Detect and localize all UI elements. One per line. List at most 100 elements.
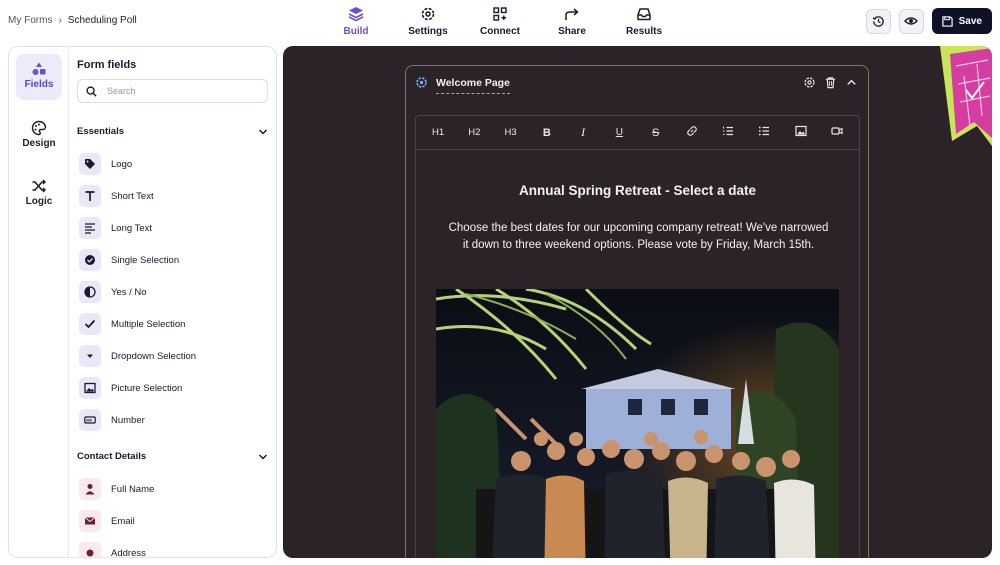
field-search[interactable] — [77, 79, 268, 103]
rail-item-fields[interactable]: Fields — [16, 54, 62, 100]
breadcrumb-current: Scheduling Poll — [67, 15, 137, 26]
field-single-selection[interactable]: Single Selection — [79, 248, 264, 272]
side-rail: Fields Design Logic — [9, 47, 69, 557]
field-logo-label: Logo — [111, 158, 133, 170]
link-icon — [687, 126, 697, 136]
section-contact-title: Contact Details — [77, 451, 147, 462]
tab-share[interactable]: Share — [536, 4, 608, 37]
team-photo-image[interactable] — [436, 289, 839, 558]
field-full-name[interactable]: Full Name — [79, 477, 264, 501]
bold-button[interactable]: B — [535, 127, 559, 139]
field-long-text[interactable]: Long Text — [79, 216, 264, 240]
gear-icon[interactable] — [803, 76, 816, 89]
top-bar: My Forms › Scheduling Poll Build Setting… — [0, 0, 1000, 44]
field-yes-no[interactable]: Yes / No — [79, 280, 264, 304]
bullet-list-button[interactable] — [752, 125, 776, 140]
check-circle-icon — [79, 249, 101, 271]
bullet-list-icon — [759, 126, 770, 136]
image-icon — [795, 125, 807, 137]
rail-item-logic[interactable]: Logic — [16, 171, 62, 217]
half-circle-icon — [79, 281, 101, 303]
tab-results[interactable]: Results — [608, 4, 680, 37]
image-icon — [79, 377, 101, 399]
left-panel: Fields Design Logic Form fields Search E… — [8, 46, 277, 558]
trash-icon[interactable] — [824, 76, 837, 89]
breadcrumb-my-forms[interactable]: My Forms — [8, 15, 52, 26]
field-short-text-label: Short Text — [111, 190, 154, 202]
field-email-label: Email — [111, 515, 135, 527]
field-address[interactable]: Address — [79, 541, 264, 558]
rich-text-editor[interactable]: Annual Spring Retreat - Select a date Ch… — [415, 150, 860, 558]
field-multiple-selection-label: Multiple Selection — [111, 318, 186, 330]
search-icon — [86, 85, 97, 97]
card-title[interactable]: Welcome Page — [436, 77, 510, 94]
tab-results-label: Results — [625, 26, 663, 37]
main-nav: Build Settings Connect Share Results — [320, 4, 680, 37]
fields-column: Form fields Essentials Logo Short Text L… — [69, 47, 276, 557]
rail-item-design[interactable]: Design — [16, 113, 62, 159]
location-pin-icon — [79, 542, 101, 557]
tab-settings[interactable]: Settings — [392, 4, 464, 37]
link-button[interactable] — [680, 125, 704, 140]
welcome-page-card[interactable]: Welcome Page H1 H2 H3 B I U S Annual Spr… — [405, 65, 869, 558]
section-essentials-title: Essentials — [77, 126, 124, 137]
top-actions: Save — [865, 8, 992, 34]
strikethrough-button[interactable]: S — [644, 127, 668, 139]
italic-button[interactable]: I — [571, 125, 595, 140]
field-dropdown-selection-label: Dropdown Selection — [111, 350, 197, 362]
insert-image-button[interactable] — [789, 125, 813, 140]
text-lines-icon — [79, 217, 101, 239]
tab-build-label: Build — [343, 26, 369, 37]
person-icon — [79, 478, 101, 500]
card-header: Welcome Page — [406, 66, 868, 98]
field-logo[interactable]: Logo — [79, 152, 264, 176]
field-picture-selection-label: Picture Selection — [111, 382, 183, 394]
tab-build[interactable]: Build — [320, 4, 392, 37]
welcome-body-text[interactable]: Choose the best dates for our upcoming c… — [446, 220, 831, 254]
field-number[interactable]: Number — [79, 408, 264, 432]
ordered-list-button[interactable] — [716, 125, 740, 140]
rail-design-label: Design — [22, 138, 56, 149]
number-input-icon — [79, 409, 101, 431]
chevron-down-icon — [258, 453, 268, 460]
checkmark-icon — [79, 313, 101, 335]
welcome-heading[interactable]: Annual Spring Retreat - Select a date — [416, 183, 859, 198]
field-number-label: Number — [111, 414, 145, 426]
section-essentials[interactable]: Essentials — [77, 126, 268, 137]
field-yes-no-label: Yes / No — [111, 286, 147, 298]
tab-connect-label: Connect — [480, 26, 520, 37]
share-arrow-icon — [565, 8, 579, 20]
shuffle-icon — [32, 179, 46, 193]
chevron-up-icon[interactable] — [845, 76, 858, 89]
chevron-down-icon — [258, 128, 268, 135]
form-canvas: Welcome Page H1 H2 H3 B I U S Annual Spr… — [283, 46, 992, 558]
field-picture-selection[interactable]: Picture Selection — [79, 376, 264, 400]
shapes-icon — [32, 62, 46, 75]
save-button[interactable]: Save — [931, 8, 992, 34]
heading3-button[interactable]: H3 — [499, 127, 523, 138]
decorative-corner-graphic — [940, 46, 992, 146]
card-actions — [803, 76, 858, 89]
section-contact-details[interactable]: Contact Details — [77, 451, 268, 462]
preview-button[interactable] — [898, 8, 924, 34]
fields-panel-title: Form fields — [77, 59, 137, 71]
field-single-selection-label: Single Selection — [111, 254, 180, 266]
editor-toolbar: H1 H2 H3 B I U S — [415, 115, 860, 150]
field-dropdown-selection[interactable]: Dropdown Selection — [79, 344, 264, 368]
underline-button[interactable]: U — [607, 127, 631, 138]
tab-connect[interactable]: Connect — [464, 4, 536, 37]
tab-settings-label: Settings — [408, 26, 448, 37]
text-t-icon — [79, 185, 101, 207]
breadcrumb: My Forms › Scheduling Poll — [8, 15, 137, 26]
field-email[interactable]: Email — [79, 509, 264, 533]
field-multiple-selection[interactable]: Multiple Selection — [79, 312, 264, 336]
field-short-text[interactable]: Short Text — [79, 184, 264, 208]
insert-video-button[interactable] — [825, 125, 849, 140]
dropdown-icon — [79, 345, 101, 367]
heading1-button[interactable]: H1 — [426, 127, 450, 138]
search-input[interactable] — [107, 86, 257, 96]
history-button[interactable] — [865, 8, 891, 34]
tab-share-label: Share — [558, 26, 586, 37]
heading2-button[interactable]: H2 — [462, 127, 486, 138]
field-address-label: Address — [111, 547, 146, 558]
